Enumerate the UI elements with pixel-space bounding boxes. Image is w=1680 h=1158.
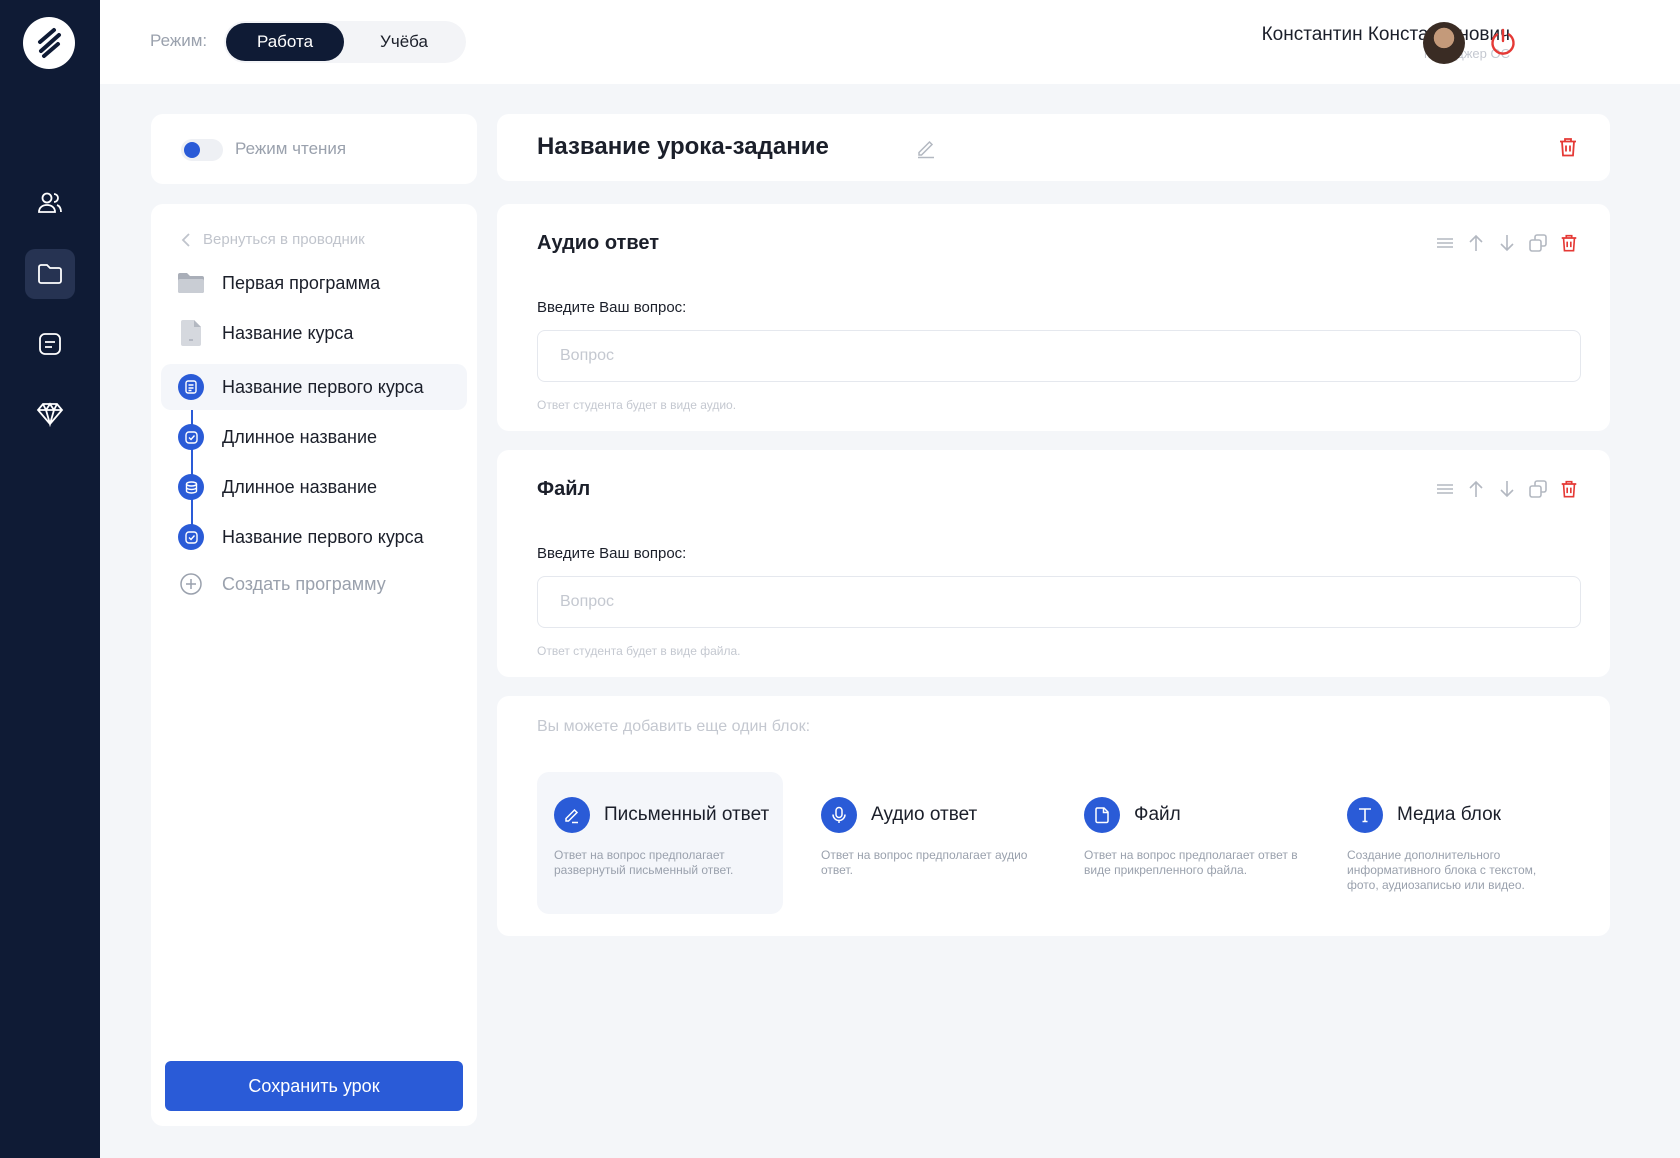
chevron-left-icon (181, 232, 190, 247)
file-gray-icon (177, 319, 205, 347)
arrow-down-icon[interactable] (1496, 232, 1518, 254)
add-media-block-option[interactable]: Медиа блок Создание дополнительного инфо… (1330, 772, 1576, 914)
tree-item-lesson-4[interactable]: Название первого курса (161, 514, 467, 560)
file-icon (1084, 797, 1120, 833)
option-title: Письменный ответ (604, 804, 770, 825)
folder-icon (38, 264, 62, 284)
option-title: Медиа блок (1397, 804, 1501, 825)
tree-item-lesson-3[interactable]: Длинное название (161, 464, 467, 510)
save-lesson-button[interactable]: Сохранить урок (165, 1061, 463, 1111)
audio-answer-block: Аудио ответ Введите Ваш вопрос: Ответ ст… (497, 204, 1610, 431)
mode-work-button[interactable]: Работа (226, 23, 344, 61)
users-icon (38, 192, 62, 213)
copy-icon[interactable] (1527, 232, 1549, 254)
microphone-icon (821, 797, 857, 833)
sidebar-rail (0, 0, 100, 1158)
lesson-title: Название урока-задание (537, 133, 829, 160)
tree-item-lesson-1[interactable]: Название первого курса (161, 364, 467, 410)
block-title: Файл (537, 478, 591, 500)
text-t-icon (1347, 797, 1383, 833)
question-label: Введите Ваш вопрос: (537, 545, 687, 562)
option-title: Файл (1134, 804, 1181, 825)
mode-label: Режим: (150, 31, 208, 50)
arrow-up-icon[interactable] (1465, 478, 1487, 500)
block-toolbar (1434, 478, 1580, 500)
nav-users[interactable] (25, 178, 75, 228)
reading-mode-toggle[interactable] (181, 139, 223, 161)
task-check-icon (178, 524, 204, 550)
drag-handle-icon[interactable] (1434, 232, 1456, 254)
user-name: Константин Константинович (1261, 24, 1510, 45)
database-icon (178, 474, 204, 500)
back-link-label: Вернуться в проводник (203, 231, 365, 248)
option-description: Ответ на вопрос предполагает ответ в вид… (1084, 848, 1298, 877)
add-audio-answer-option[interactable]: Аудио ответ Ответ на вопрос предполагает… (804, 772, 1050, 914)
question-input[interactable] (537, 330, 1581, 382)
reading-mode-card: Режим чтения (151, 114, 477, 184)
option-description: Ответ на вопрос предполагает аудио ответ… (821, 848, 1028, 877)
arrow-up-icon[interactable] (1465, 232, 1487, 254)
add-block-card: Вы можете добавить еще один блок: Письме… (497, 696, 1610, 936)
create-program-button[interactable]: Создать программу (161, 561, 467, 607)
nav-documents[interactable] (25, 319, 75, 369)
course-tree: Вернуться в проводник Первая программа Н… (151, 204, 477, 1126)
option-description: Ответ на вопрос предполагает развернутый… (554, 848, 734, 877)
block-title: Аудио ответ (537, 232, 660, 254)
block-toolbar (1434, 232, 1580, 254)
option-description: Создание дополнительного информативного … (1347, 848, 1537, 892)
arrow-down-icon[interactable] (1496, 478, 1518, 500)
folder-gray-icon (177, 269, 205, 297)
app-logo[interactable] (23, 17, 75, 69)
tree-item-course[interactable]: Название курса (161, 310, 467, 356)
trash-icon[interactable] (1558, 478, 1580, 500)
reading-mode-label: Режим чтения (235, 139, 347, 158)
nav-premium[interactable] (25, 389, 75, 439)
tree-item-program[interactable]: Первая программа (161, 260, 467, 306)
logo-icon (38, 28, 61, 58)
file-block: Файл Введите Ваш вопрос: Ответ студента … (497, 450, 1610, 677)
add-block-title: Вы можете добавить еще один блок: (537, 718, 811, 735)
course-label: Название курса (222, 322, 354, 343)
option-title: Аудио ответ (871, 804, 978, 825)
document-list-icon (39, 333, 61, 355)
create-program-label: Создать программу (222, 573, 386, 594)
lesson-label: Название первого курса (222, 526, 424, 547)
plus-circle-icon (177, 570, 205, 598)
lesson-label: Название первого курса (222, 376, 424, 397)
lesson-title-card: Название урока-задание (497, 114, 1610, 181)
power-icon[interactable] (1488, 27, 1518, 57)
program-label: Первая программа (222, 272, 381, 293)
mode-study-button[interactable]: Учёба (344, 23, 464, 61)
copy-icon[interactable] (1527, 478, 1549, 500)
task-check-icon (178, 424, 204, 450)
add-file-option[interactable]: Файл Ответ на вопрос предполагает ответ … (1067, 772, 1313, 914)
tree-item-lesson-2[interactable]: Длинное название (161, 414, 467, 460)
trash-icon[interactable] (1557, 136, 1579, 158)
back-to-explorer-link[interactable]: Вернуться в проводник (181, 231, 365, 248)
pencil-icon[interactable] (915, 137, 937, 159)
diamond-icon (36, 402, 64, 428)
lesson-label: Длинное название (222, 426, 378, 447)
add-written-answer-option[interactable]: Письменный ответ Ответ на вопрос предпол… (537, 772, 783, 914)
lesson-label: Длинное название (222, 476, 378, 497)
nav-files[interactable] (25, 249, 75, 299)
answer-hint: Ответ студента будет в виде аудио. (537, 398, 737, 412)
drag-handle-icon[interactable] (1434, 478, 1456, 500)
avatar[interactable] (1423, 22, 1465, 64)
pencil-icon (554, 797, 590, 833)
answer-hint: Ответ студента будет в виде файла. (537, 644, 741, 658)
lesson-doc-icon (178, 374, 204, 400)
trash-icon[interactable] (1558, 232, 1580, 254)
question-label: Введите Ваш вопрос: (537, 299, 687, 316)
mode-switch: Работа Учёба (224, 21, 466, 63)
question-input[interactable] (537, 576, 1581, 628)
